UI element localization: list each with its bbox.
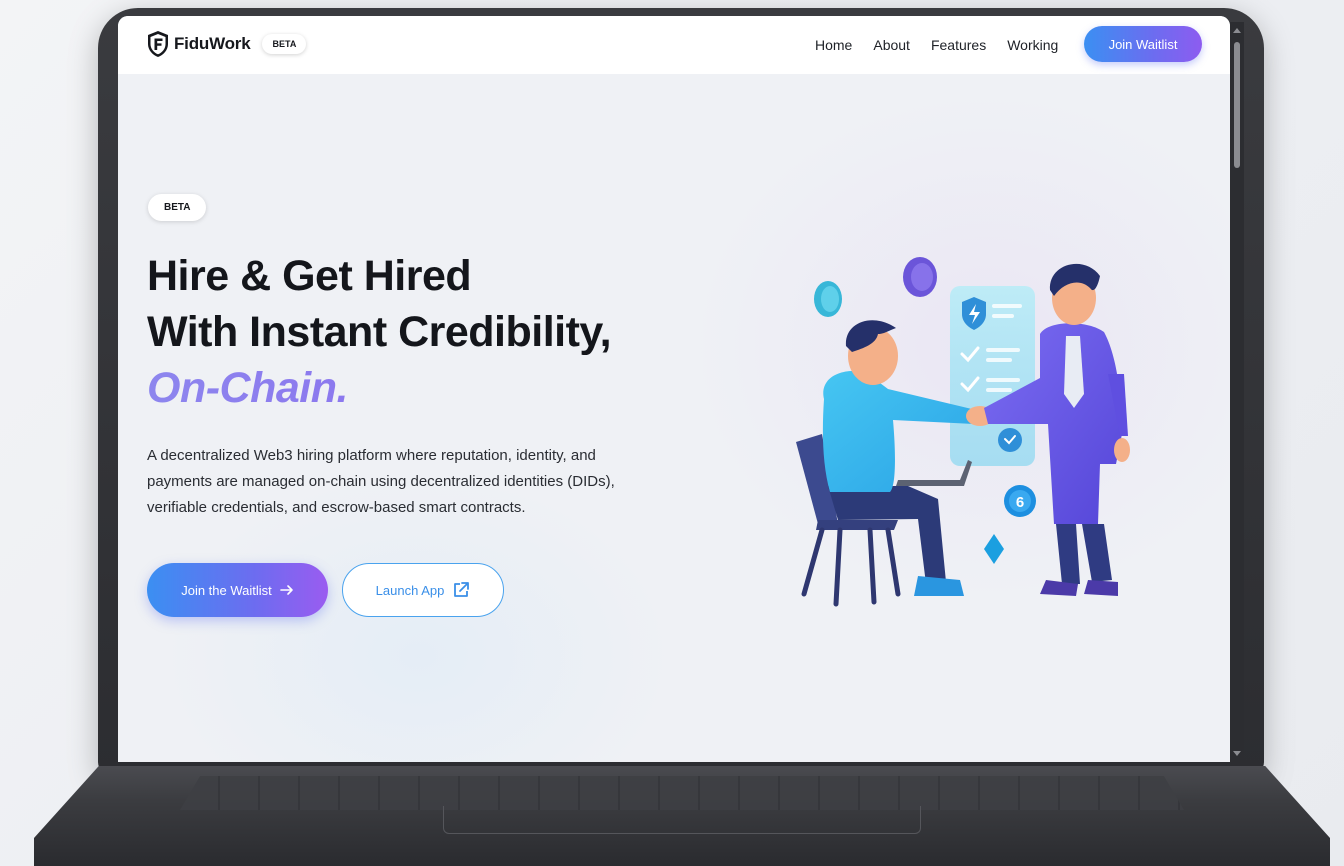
hero-title-line-1: Hire & Get Hired bbox=[147, 252, 472, 300]
hero-title: Hire & Get Hired With Instant Credibilit… bbox=[147, 248, 767, 416]
fiduwork-logo-icon bbox=[148, 31, 168, 57]
brand-name: FiduWork bbox=[174, 34, 251, 53]
nav-link-home[interactable]: Home bbox=[815, 37, 852, 53]
scroll-up-arrow-icon[interactable] bbox=[1233, 28, 1241, 33]
scroll-thumb[interactable] bbox=[1234, 42, 1240, 168]
handshake-illustration: 6 bbox=[796, 257, 1130, 607]
page-scrollbar[interactable] bbox=[1230, 22, 1244, 762]
laptop-keyboard bbox=[180, 776, 1184, 810]
token-coin-label: 6 bbox=[1016, 494, 1024, 511]
arrow-right-icon bbox=[279, 585, 293, 595]
hero-beta-badge: BETA bbox=[148, 194, 207, 221]
join-the-waitlist-label: Join the Waitlist bbox=[181, 582, 272, 598]
nav-link-features[interactable]: Features bbox=[931, 37, 986, 53]
brand[interactable]: FiduWork BETA bbox=[146, 30, 307, 58]
nav-link-working[interactable]: Working bbox=[1007, 37, 1058, 53]
navbar: FiduWork BETA Home About Features Workin… bbox=[118, 16, 1230, 74]
launch-app-label: Launch App bbox=[375, 582, 445, 598]
join-the-waitlist-button[interactable]: Join the Waitlist bbox=[147, 563, 328, 617]
laptop-trackpad bbox=[443, 806, 921, 834]
nav-links: Home About Features Working bbox=[815, 16, 1079, 74]
nav-link-about[interactable]: About bbox=[873, 37, 910, 53]
shield-check-badge-icon bbox=[998, 428, 1022, 452]
ethereum-diamond-icon bbox=[984, 534, 1004, 564]
browser-viewport: FiduWork BETA Home About Features Workin… bbox=[118, 16, 1230, 762]
join-waitlist-button[interactable]: Join Waitlist bbox=[1084, 26, 1202, 62]
hero-description: A decentralized Web3 hiring platform whe… bbox=[147, 447, 615, 516]
brand-beta-badge: BETA bbox=[262, 34, 307, 54]
external-link-icon bbox=[454, 582, 470, 597]
hero-title-accent: On-Chain. bbox=[147, 360, 767, 416]
scroll-down-arrow-icon[interactable] bbox=[1233, 751, 1241, 756]
hero-title-line-2: With Instant Credibility, bbox=[147, 308, 612, 356]
launch-app-button[interactable]: Launch App bbox=[342, 563, 504, 617]
